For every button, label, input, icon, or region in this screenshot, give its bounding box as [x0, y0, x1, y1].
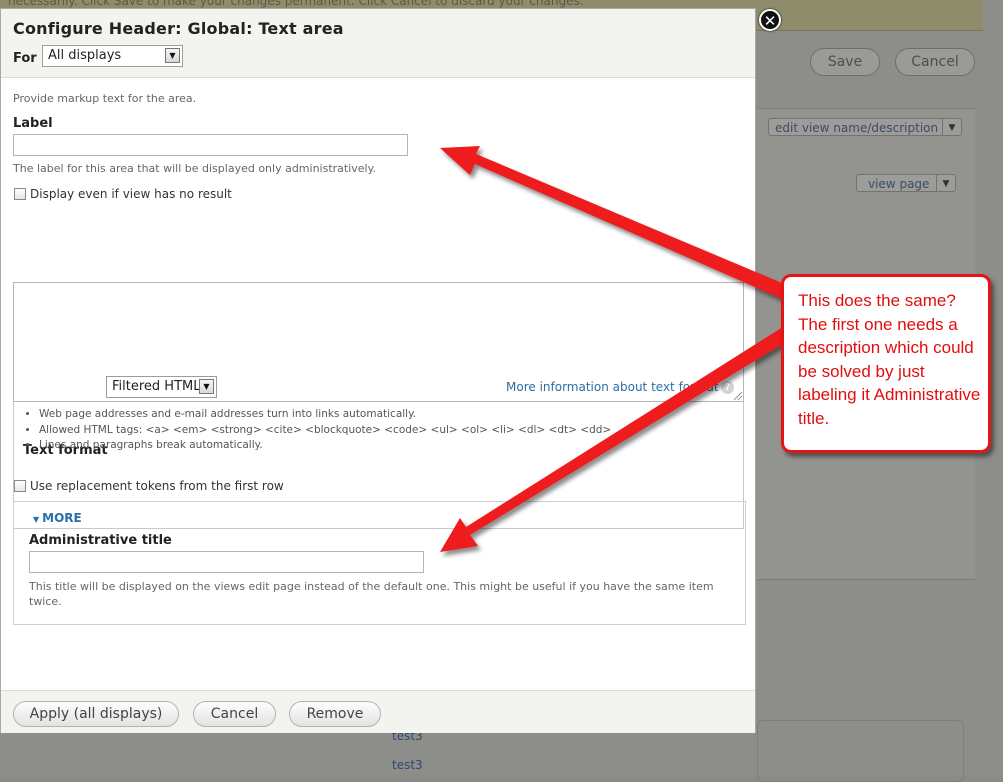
- annotation-callout: This does the same? The first one needs …: [781, 274, 991, 453]
- arrow-to-admin-title-icon: [440, 325, 797, 552]
- arrow-to-label-icon: [440, 146, 796, 302]
- annotation-text: This does the same? The first one needs …: [798, 291, 981, 428]
